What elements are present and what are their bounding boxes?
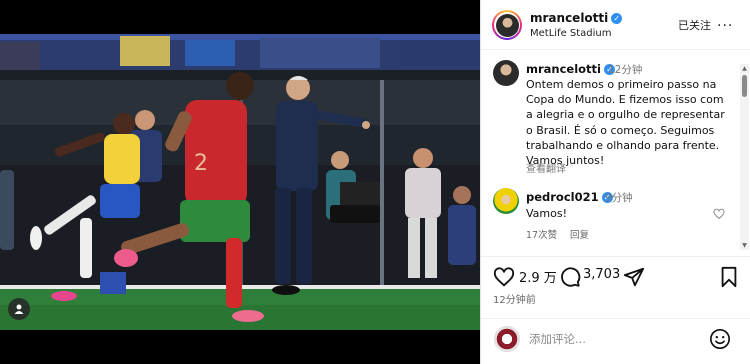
comment-count[interactable]: 3,703 <box>583 267 620 282</box>
comment-icon <box>561 267 581 287</box>
comment-reply-button[interactable]: 回复 <box>570 227 589 241</box>
share-button[interactable] <box>623 266 645 292</box>
more-options-icon[interactable]: ... <box>717 14 733 30</box>
comment-username[interactable]: pedrocl021 <box>526 190 599 204</box>
post-location[interactable]: MetLife Stadium <box>530 28 612 39</box>
author-avatar[interactable] <box>492 10 522 40</box>
post-side-panel: mrancelotti ✓ MetLife Stadium 已关注 ... mra… <box>480 0 750 364</box>
scroll-up-arrow-icon[interactable]: ▲ <box>740 64 749 73</box>
comment-like-button[interactable] <box>713 205 725 224</box>
comment-time: 9分钟 <box>605 192 633 204</box>
like-count[interactable]: 2.9 万 <box>519 267 557 286</box>
author-username-row: mrancelotti ✓ <box>530 11 623 25</box>
post-photo[interactable]: 2 <box>0 0 480 364</box>
comment-input[interactable] <box>529 328 689 350</box>
emoji-button[interactable] <box>709 328 731 354</box>
caption-time: 12分钟 <box>608 64 643 76</box>
commenter-avatar[interactable] <box>493 188 519 214</box>
caption-username[interactable]: mrancelotti <box>526 62 601 76</box>
save-button[interactable] <box>719 266 739 292</box>
comment-button[interactable] <box>559 266 581 292</box>
comments-scrollbar[interactable]: ▲ ▼ <box>740 64 749 250</box>
user-tag-icon <box>14 304 24 314</box>
svg-text:2: 2 <box>194 151 208 176</box>
instagram-post-modal: 2 mrancelotti ✓ MetLife Stadium 已关注 ... … <box>0 0 750 364</box>
post-actions-bar: 2.9 万 3,703 12分钟前 <box>481 256 750 306</box>
following-button[interactable]: 已关注 <box>678 17 711 33</box>
emoji-icon <box>710 329 730 349</box>
scroll-down-arrow-icon[interactable]: ▼ <box>740 241 749 250</box>
comment-username-row: pedrocl021 ✓ <box>526 190 613 204</box>
post-timestamp[interactable]: 12分钟前 <box>493 291 536 306</box>
heart-icon <box>713 208 725 220</box>
comment-text: Vamos! <box>526 207 567 220</box>
photo-scene: 2 <box>0 0 480 364</box>
current-user-avatar[interactable] <box>494 326 520 352</box>
scroll-thumb[interactable] <box>742 75 747 97</box>
author-username[interactable]: mrancelotti <box>530 11 608 25</box>
caption-text: Ontem demos o primeiro passo na Copa do … <box>526 78 725 168</box>
user-tag-button[interactable] <box>8 298 30 320</box>
like-button[interactable] <box>493 266 515 292</box>
add-comment-bar <box>481 318 750 364</box>
post-header: mrancelotti ✓ MetLife Stadium 已关注 ... <box>481 0 750 50</box>
bookmark-icon <box>721 266 737 288</box>
verified-badge-icon: ✓ <box>611 13 623 24</box>
caption-author-avatar[interactable] <box>493 60 519 86</box>
comments-section: mrancelotti ✓ 12分钟 Ontem demos o primeiro… <box>481 50 750 256</box>
heart-icon <box>493 267 515 287</box>
comment-likes[interactable]: 17次赞 <box>526 227 557 241</box>
share-icon <box>623 267 645 287</box>
caption-username-row: mrancelotti ✓ <box>526 62 615 76</box>
see-translation-link[interactable]: 查看翻译 <box>526 160 566 175</box>
